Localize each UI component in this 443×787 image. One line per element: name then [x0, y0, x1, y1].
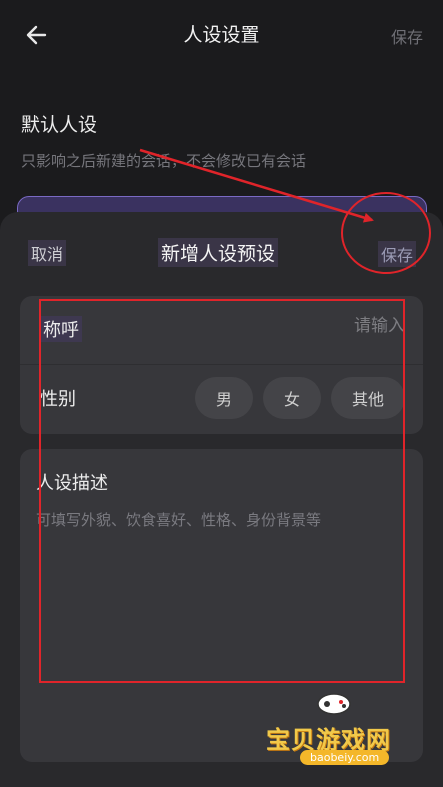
name-row: 称呼: [20, 296, 423, 365]
gender-option-male[interactable]: 男: [195, 377, 253, 419]
cancel-button[interactable]: 取消: [28, 240, 67, 266]
gender-options: 男 女 其他: [195, 377, 405, 419]
watermark-url: baobeiy.com: [300, 750, 390, 765]
top-save-button[interactable]: 保存: [391, 24, 423, 48]
gender-label: 性别: [40, 389, 76, 410]
site-watermark: 宝贝游戏网 baobeiy.com: [266, 690, 416, 782]
name-label: 称呼: [40, 316, 82, 342]
basic-info-card: 称呼 性别 男 女 其他: [20, 296, 423, 434]
gender-option-female[interactable]: 女: [263, 377, 321, 419]
name-input[interactable]: [265, 316, 405, 336]
default-persona-description: 只影响之后新建的会话，不会修改已有会话: [21, 152, 307, 170]
top-bar: 人设设置 保存: [0, 0, 443, 68]
gender-row: 性别 男 女 其他: [20, 365, 423, 433]
gamepad-logo-icon: [317, 693, 351, 715]
description-placeholder[interactable]: 可填写外貌、饮食喜好、性格、身份背景等: [36, 509, 321, 530]
sheet-title: 新增人设预设: [158, 238, 279, 267]
page-title: 人设设置: [183, 24, 260, 46]
default-persona-title: 默认人设: [21, 114, 98, 136]
sheet-header: 取消 新增人设预设 保存: [0, 212, 443, 292]
description-label: 人设描述: [36, 473, 108, 494]
gender-option-other[interactable]: 其他: [331, 377, 405, 419]
sheet-save-button[interactable]: 保存: [378, 241, 417, 267]
